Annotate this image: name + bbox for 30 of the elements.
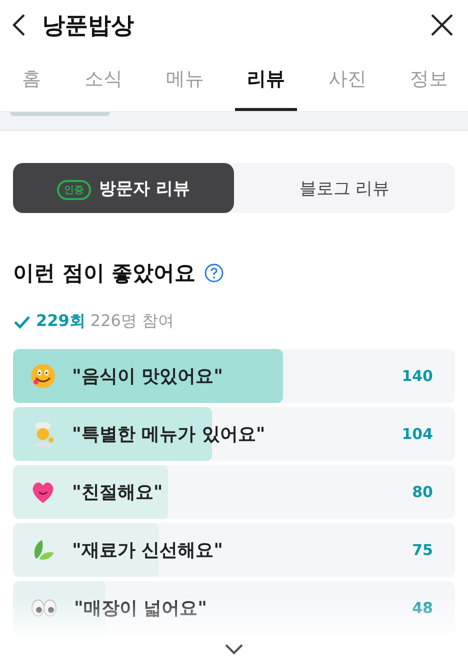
review-type-button[interactable]: 인증 방문자 리뷰 [13, 163, 234, 213]
keyword-label: "친절해요" [72, 481, 164, 504]
participant-count: 226명 참여 [90, 311, 174, 332]
keyword-label: "재료가 신선해요" [72, 539, 224, 562]
tab[interactable]: 정보 [398, 50, 460, 111]
check-icon [13, 314, 31, 328]
keyword-count: 48 [412, 599, 433, 617]
button-label: 블로그 리뷰 [299, 178, 390, 200]
keyword-label: "음식이 맛있어요" [72, 365, 224, 388]
page-title: 낭푼밥상 [42, 12, 135, 40]
keyword-label: "매장이 넓어요" [74, 597, 208, 620]
keyword-count: 104 [402, 425, 433, 443]
verified-badge: 인증 [57, 180, 92, 200]
chevron-down-icon[interactable] [224, 643, 244, 655]
tab[interactable]: 소식 [72, 50, 134, 111]
smiley-icon [30, 363, 56, 389]
keyword-count: 140 [402, 367, 433, 385]
tab[interactable]: 사진 [316, 50, 379, 111]
button-label: 방문자 리뷰 [99, 178, 190, 200]
keyword-label: "특별한 메뉴가 있어요" [72, 423, 266, 446]
keyword-count: 75 [412, 541, 433, 559]
vote-count: 229회 [36, 311, 86, 332]
back-icon[interactable] [12, 13, 26, 37]
tab[interactable]: 메뉴 [154, 50, 216, 111]
review-type-button[interactable]: 블로그 리뷰 [234, 163, 455, 213]
close-icon[interactable] [430, 13, 454, 37]
keyword-count: 80 [412, 483, 433, 501]
tab[interactable]: 홈 [10, 50, 53, 111]
section-title: 이런 점이 좋았어요 [13, 260, 196, 287]
help-icon[interactable] [204, 263, 224, 283]
